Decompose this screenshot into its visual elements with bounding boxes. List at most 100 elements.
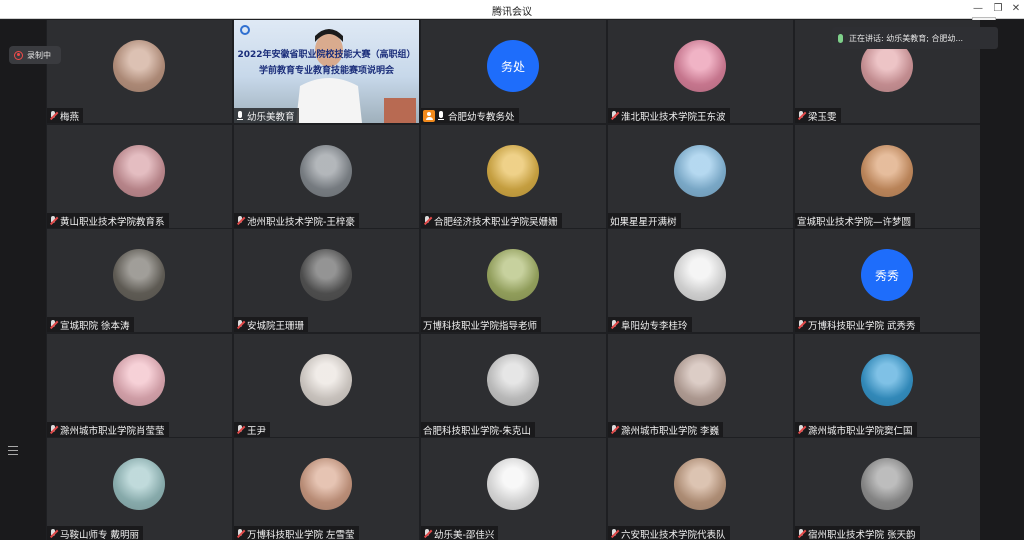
- participant-tile[interactable]: 黄山职业技术学院教育系: [47, 125, 232, 228]
- avatar: [861, 145, 913, 197]
- participant-tile[interactable]: 秀秀万博科技职业学院 武秀秀: [795, 229, 980, 332]
- participant-tile[interactable]: 万博科技职业学院指导老师: [421, 229, 606, 332]
- name-bar: 合肥科技职业学院-朱克山: [421, 422, 535, 437]
- name-bar: 阜阳幼专李桂玲: [608, 317, 692, 332]
- mic-muted-icon: [236, 215, 245, 226]
- avatar: [113, 354, 165, 406]
- host-icon: [423, 109, 435, 122]
- avatar: [674, 40, 726, 92]
- participant-tile[interactable]: 王尹: [234, 334, 419, 437]
- participant-tile[interactable]: 宿州职业技术学院 张天韵: [795, 438, 980, 540]
- mic-muted-icon: [49, 319, 58, 330]
- recording-indicator[interactable]: 录制中: [9, 46, 61, 64]
- name-bar: 池州职业技术学院-王梓豪: [234, 213, 359, 228]
- right-panel: [980, 20, 1024, 540]
- avatar: [674, 145, 726, 197]
- participant-name: 池州职业技术学院-王梓豪: [247, 216, 355, 228]
- mic-muted-icon: [797, 528, 806, 539]
- name-bar: 万博科技职业学院指导老师: [421, 317, 542, 332]
- participant-tile[interactable]: 滁州城市职业学院窦仁国: [795, 334, 980, 437]
- name-bar: 安城院王珊珊: [234, 317, 309, 332]
- avatar: [487, 458, 539, 510]
- participant-tile[interactable]: 安城院王珊珊: [234, 229, 419, 332]
- name-bar: 合肥经济技术职业学院吴姗姗: [421, 213, 562, 228]
- participant-name: 梁玉雯: [808, 111, 837, 123]
- name-bar: 王尹: [234, 422, 271, 437]
- mic-muted-icon: [49, 424, 58, 435]
- participant-name: 马鞍山师专 戴明丽: [60, 529, 140, 540]
- name-bar: 合肥幼专教务处: [421, 108, 519, 123]
- name-bar: 幼乐美教育: [234, 108, 299, 123]
- name-bar: 淮北职业技术学院王东波: [608, 108, 730, 123]
- participant-name: 万博科技职业学院 武秀秀: [808, 320, 916, 332]
- participant-name: 淮北职业技术学院王东波: [621, 111, 726, 123]
- participant-name: 合肥科技职业学院-朱克山: [423, 425, 531, 437]
- participant-tile[interactable]: 滁州城市职业学院 李巍: [608, 334, 793, 437]
- participant-tile[interactable]: 务处 合肥幼专教务处: [421, 20, 606, 123]
- avatar: [674, 354, 726, 406]
- participant-name: 万博科技职业学院 左雪莹: [247, 529, 355, 540]
- participant-tile[interactable]: 万博科技职业学院 左雪莹: [234, 438, 419, 540]
- name-bar: 万博科技职业学院 武秀秀: [795, 317, 920, 332]
- building-image: [384, 98, 416, 123]
- avatar: [674, 249, 726, 301]
- name-bar: 梅燕: [47, 108, 84, 123]
- mic-muted-icon: [610, 110, 619, 121]
- participant-tile[interactable]: 宣城职院 徐本涛: [47, 229, 232, 332]
- participant-tile[interactable]: 淮北职业技术学院王东波: [608, 20, 793, 123]
- participant-tile[interactable]: 合肥科技职业学院-朱克山: [421, 334, 606, 437]
- participant-tile[interactable]: 滁州城市职业学院肖莹莹: [47, 334, 232, 437]
- participant-name: 滁州城市职业学院 李巍: [621, 425, 720, 437]
- name-bar: 宿州职业技术学院 张天韵: [795, 526, 920, 540]
- name-bar: 滁州城市职业学院肖莹莹: [47, 422, 169, 437]
- participant-name: 黄山职业技术学院教育系: [60, 216, 165, 228]
- participant-tile[interactable]: 马鞍山师专 戴明丽: [47, 438, 232, 540]
- mic-muted-icon: [797, 110, 806, 121]
- participant-tile[interactable]: 池州职业技术学院-王梓豪: [234, 125, 419, 228]
- mic-muted-icon: [236, 319, 245, 330]
- window-title: 腾讯会议: [492, 7, 532, 18]
- avatar: [113, 249, 165, 301]
- mic-muted-icon: [423, 215, 432, 226]
- participant-name: 阜阳幼专李桂玲: [621, 320, 688, 332]
- participant-tile[interactable]: 梅燕: [47, 20, 232, 123]
- mic-muted-icon: [49, 110, 58, 121]
- avatar: 秀秀: [861, 249, 913, 301]
- avatar: [113, 145, 165, 197]
- participant-name: 六安职业技术学院代表队: [621, 529, 726, 540]
- name-bar: 宣城职院 徐本涛: [47, 317, 134, 332]
- participant-tile[interactable]: 2022年安徽省职业院校技能大赛（高职组） 学前教育专业教育技能赛项说明会 幼乐美教…: [234, 20, 419, 123]
- close-icon[interactable]: ✕: [1006, 0, 1024, 19]
- mic-muted-icon: [610, 528, 619, 539]
- participant-tile[interactable]: 如果星星开满树: [608, 125, 793, 228]
- participant-name: 王尹: [247, 425, 267, 437]
- participant-name: 宣城职业技术学院—许梦圆: [797, 216, 912, 228]
- member-list-icon[interactable]: [8, 446, 18, 456]
- participant-name: 滁州城市职业学院肖莹莹: [60, 425, 165, 437]
- mic-muted-icon: [610, 319, 619, 330]
- avatar: [300, 458, 352, 510]
- participant-tile[interactable]: 幼乐美-邵佳兴: [421, 438, 606, 540]
- name-bar: 黄山职业技术学院教育系: [47, 213, 169, 228]
- avatar: [113, 458, 165, 510]
- mic-icon: [838, 33, 843, 43]
- mic-muted-icon: [423, 528, 432, 539]
- mic-icon: [236, 110, 245, 121]
- avatar: [487, 145, 539, 197]
- participant-name: 滁州城市职业学院窦仁国: [808, 425, 913, 437]
- participant-tile[interactable]: 宣城职业技术学院—许梦圆: [795, 125, 980, 228]
- name-bar: 滁州城市职业学院窦仁国: [795, 422, 917, 437]
- avatar: [113, 40, 165, 92]
- avatar: [300, 249, 352, 301]
- avatar: [300, 145, 352, 197]
- participant-tile[interactable]: 合肥经济技术职业学院吴姗姗: [421, 125, 606, 228]
- name-bar: 宣城职业技术学院—许梦圆: [795, 213, 916, 228]
- participant-tile[interactable]: 六安职业技术学院代表队: [608, 438, 793, 540]
- title-bar: 腾讯会议 — ❐ ✕ 最大化: [0, 0, 1024, 30]
- mic-icon: [437, 110, 446, 121]
- recording-label: 录制中: [27, 50, 51, 60]
- participant-grid: 梅燕 2022年安徽省职业院校技能大赛（高职组） 学前教育专业教育技能赛项说明会 幼乐…: [47, 20, 980, 540]
- avatar: [674, 458, 726, 510]
- participant-tile[interactable]: 阜阳幼专李桂玲: [608, 229, 793, 332]
- participant-name: 如果星星开满树: [610, 216, 677, 228]
